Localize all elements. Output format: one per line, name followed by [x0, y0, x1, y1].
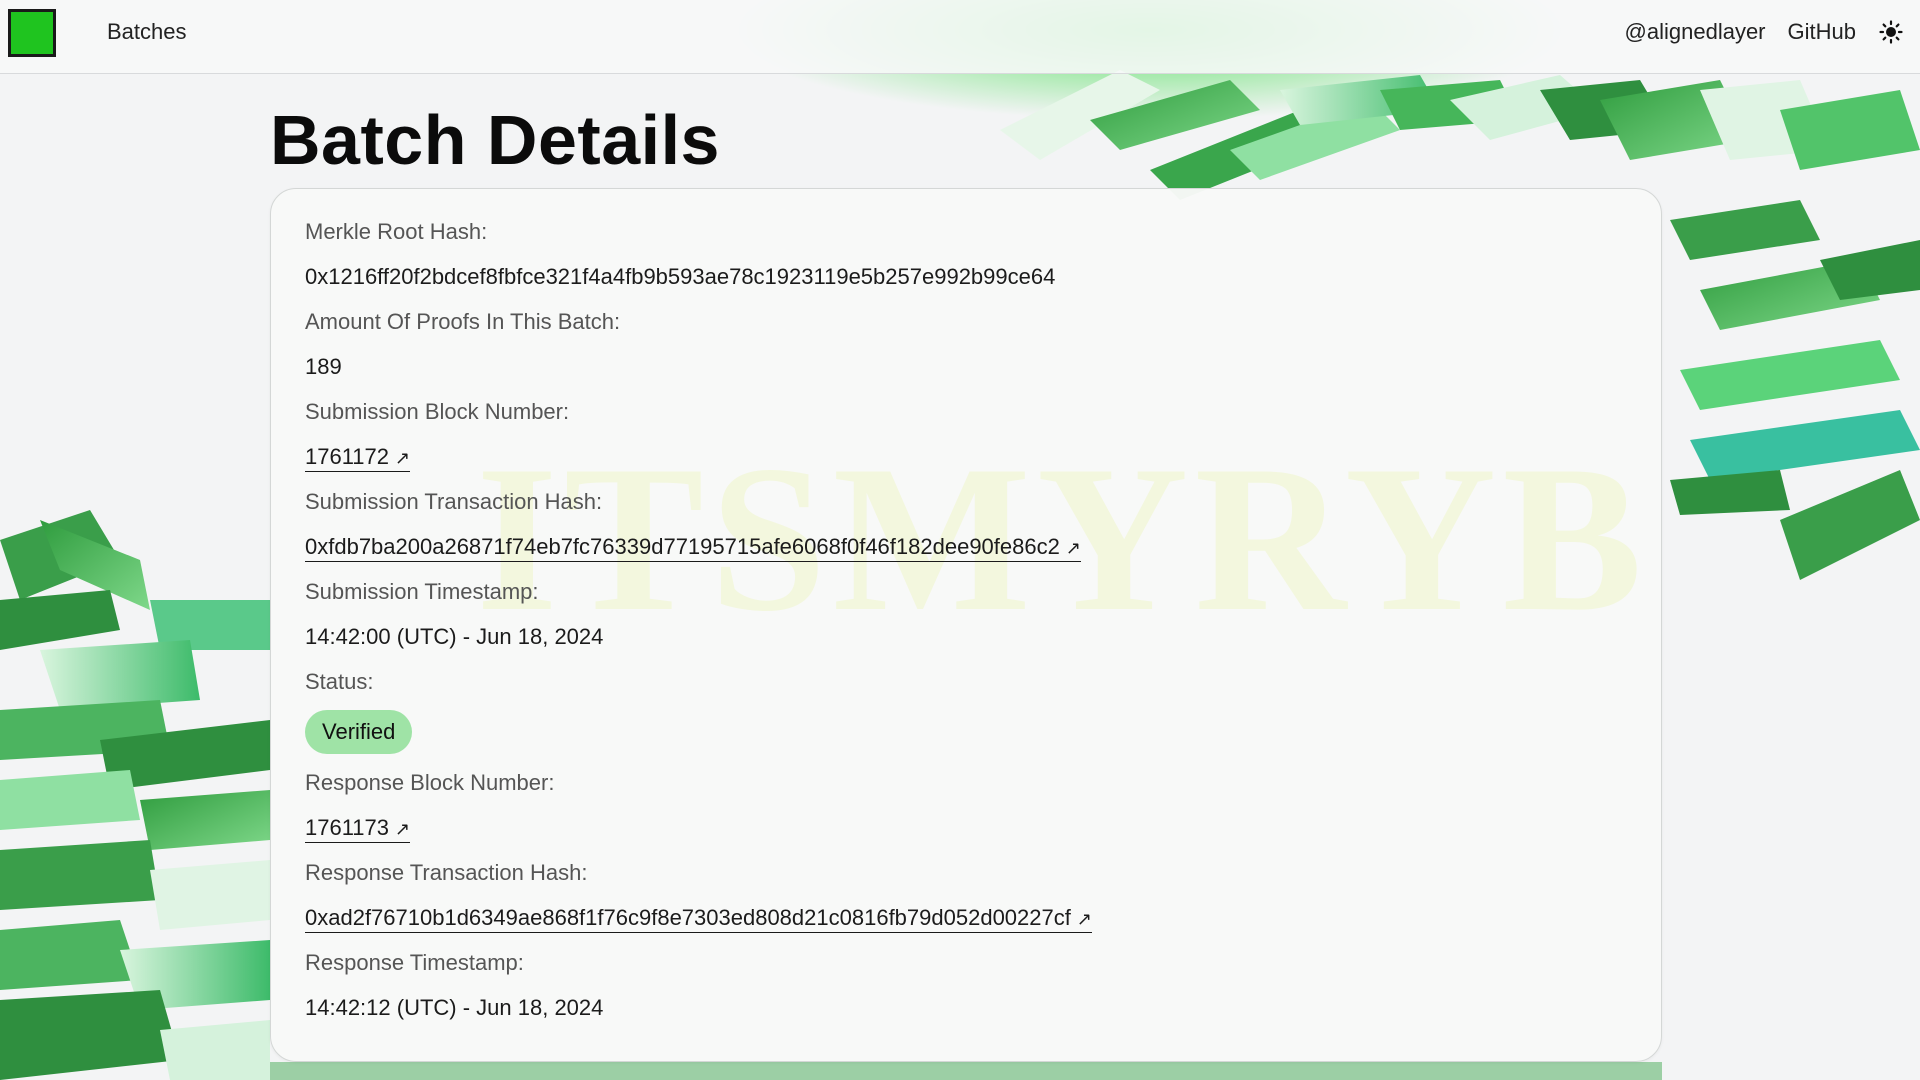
- amount-of-proofs-label: Amount Of Proofs In This Batch:: [305, 309, 621, 334]
- external-link-icon: ↗: [395, 448, 411, 468]
- response-tx-value: 0xad2f76710b1d6349ae868f1f76c9f8e7303ed8…: [305, 905, 1071, 930]
- merkle-root-value: 0x1216ff20f2bdcef8fbfce321f4a4fb9b593ae7…: [305, 264, 1056, 289]
- response-block-row: 1761173 ↗: [305, 805, 1627, 850]
- logo[interactable]: [8, 9, 56, 57]
- sun-icon[interactable]: [1878, 19, 1904, 45]
- response-tx-label: Response Transaction Hash:: [305, 860, 588, 885]
- batch-details-card: ITSMYRYB Merkle Root Hash: 0x1216ff20f2b…: [270, 188, 1662, 1062]
- submission-tx-value: 0xfdb7ba200a26871f74eb7fc76339d77195715a…: [305, 534, 1060, 559]
- page: Batches @alignedlayer GitHub Batch Detai…: [0, 0, 1920, 1080]
- submission-tx-row: 0xfdb7ba200a26871f74eb7fc76339d77195715a…: [305, 524, 1627, 569]
- submission-block-label: Submission Block Number:: [305, 399, 570, 424]
- response-block-value: 1761173: [305, 815, 390, 840]
- response-timestamp-value: 14:42:12 (UTC) - Jun 18, 2024: [305, 995, 604, 1020]
- submission-timestamp-label: Submission Timestamp:: [305, 579, 539, 604]
- submission-tx-link[interactable]: 0xfdb7ba200a26871f74eb7fc76339d77195715a…: [305, 534, 1081, 562]
- page-title: Batch Details: [270, 101, 720, 179]
- amount-of-proofs-value: 189: [305, 354, 342, 379]
- response-tx-row: 0xad2f76710b1d6349ae868f1f76c9f8e7303ed8…: [305, 895, 1627, 940]
- nav-twitter-link[interactable]: @alignedlayer: [1625, 19, 1766, 45]
- top-nav-bar: Batches @alignedlayer GitHub: [0, 0, 1920, 74]
- external-link-icon: ↗: [395, 819, 411, 839]
- submission-tx-label: Submission Transaction Hash:: [305, 489, 603, 514]
- submission-block-value: 1761172: [305, 444, 390, 469]
- nav-right-group: @alignedlayer GitHub: [1625, 19, 1904, 45]
- response-tx-link[interactable]: 0xad2f76710b1d6349ae868f1f76c9f8e7303ed8…: [305, 905, 1092, 933]
- details-list: Merkle Root Hash: 0x1216ff20f2bdcef8fbfc…: [305, 209, 1627, 1030]
- submission-timestamp-value: 14:42:00 (UTC) - Jun 18, 2024: [305, 624, 604, 649]
- submission-block-row: 1761172 ↗: [305, 434, 1627, 479]
- status-badge: Verified: [305, 710, 413, 754]
- response-timestamp-label: Response Timestamp:: [305, 950, 524, 975]
- submission-block-link[interactable]: 1761172 ↗: [305, 444, 411, 472]
- external-link-icon: ↗: [1076, 909, 1092, 929]
- response-block-label: Response Block Number:: [305, 770, 555, 795]
- nav-batches-link[interactable]: Batches: [107, 19, 187, 45]
- status-row: Verified: [305, 704, 1627, 760]
- nav-github-link[interactable]: GitHub: [1788, 19, 1856, 45]
- status-label: Status:: [305, 669, 374, 694]
- response-block-link[interactable]: 1761173 ↗: [305, 815, 411, 843]
- external-link-icon: ↗: [1065, 538, 1081, 558]
- merkle-root-label: Merkle Root Hash:: [305, 219, 488, 244]
